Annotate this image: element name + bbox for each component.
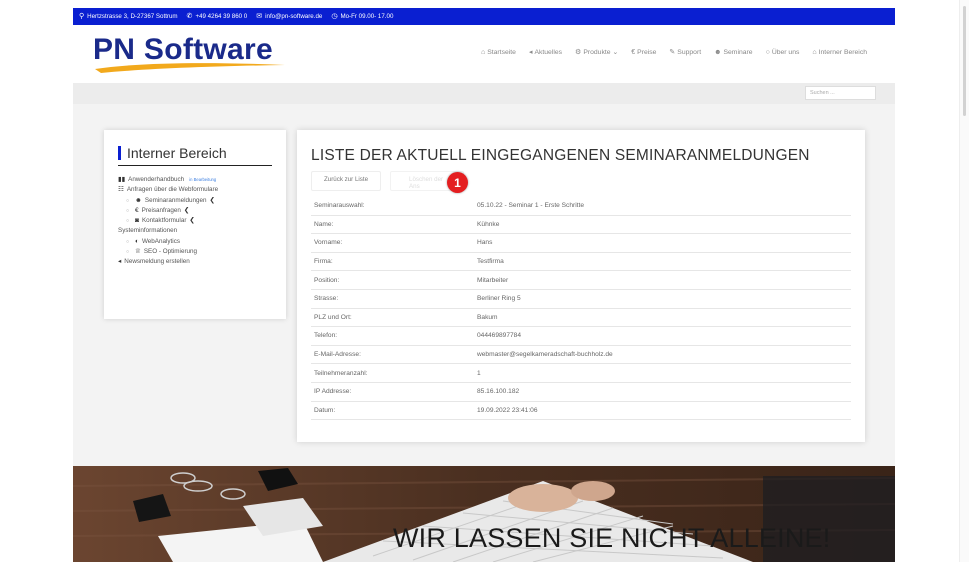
scrollbar-thumb[interactable]: [963, 6, 966, 116]
nav-prices[interactable]: € Preise: [631, 48, 656, 56]
search-strip: Suchen ...: [73, 83, 895, 104]
opening-hours: ◷ Mo-Fr 09.00- 17.00: [331, 13, 394, 20]
nav-products[interactable]: ⚙ Produkte ⌄: [575, 48, 619, 57]
email-info[interactable]: ✉ info@pn-software.de: [256, 13, 322, 20]
sidebar-item-price[interactable]: ○ € Preisanfragen ❮: [118, 206, 272, 216]
euro-icon: €: [631, 48, 636, 56]
detail-row: Vorname: Hans: [311, 234, 851, 253]
sidebar-item-news[interactable]: ◂ Newsmeldung erstellen: [118, 257, 272, 267]
action-buttons: Zurück zur Liste Löschen der Ans: [311, 171, 851, 191]
site-header: PN Software ⌂ Startseite ◂ Aktuelles ⚙ Prod…: [73, 25, 895, 83]
detail-row: E-Mail-Adresse: webmaster@segelkameradsch…: [311, 346, 851, 365]
title-accent-bar: [118, 146, 121, 160]
wrench-icon: ✎: [669, 49, 676, 56]
nav-internal[interactable]: ⌂ Interner Bereich: [812, 48, 867, 56]
detail-row: Position: Mitarbeiter: [311, 271, 851, 290]
map-pin-icon: ⚲: [79, 13, 85, 20]
sidebar-item-seminar[interactable]: ○ ☻ Seminaranmeldungen ❮: [118, 196, 272, 206]
sidebar: Interner Bereich ▮▮ Anwenderhandbuch in Be…: [104, 130, 286, 319]
euro-icon: €: [135, 206, 139, 214]
chevron-left-icon: ❮: [183, 206, 190, 214]
phone-info[interactable]: ✆ +49 4264 39 860 0: [187, 13, 248, 20]
address-info: ⚲ Hertzstrasse 3, D-27367 Sottrum: [79, 13, 178, 20]
nav-home[interactable]: ⌂ Startseite: [481, 48, 516, 56]
main-navigation: ⌂ Startseite ◂ Aktuelles ⚙ Produkte ⌄ € Preis…: [481, 48, 867, 57]
sidebar-item-webanalytics[interactable]: ○ ◐ WebAnalytics: [118, 237, 272, 247]
chevron-left-icon: ❮: [189, 217, 195, 225]
detail-row: Strasse: Berliner Ring 5: [311, 290, 851, 309]
logo-swoosh: [95, 63, 285, 73]
annotation-marker: 1: [447, 172, 468, 193]
nav-seminars[interactable]: ☻ Seminare: [714, 48, 752, 56]
home-icon: ⌂: [812, 48, 817, 56]
megaphone-icon: ◂: [118, 258, 122, 266]
contact-info-bar: ⚲ Hertzstrasse 3, D-27367 Sottrum ✆ +49 42…: [73, 8, 895, 25]
megaphone-icon: ◂: [528, 49, 533, 56]
detail-row: PLZ und Ort: Bakum: [311, 309, 851, 328]
detail-row: Telefon: 044469897784: [311, 327, 851, 346]
inbox-icon: ◙: [135, 217, 139, 225]
sidebar-item-contact[interactable]: ○ ◙ Kontaktformular ❮: [118, 216, 272, 226]
nav-about[interactable]: ○ Über uns: [766, 48, 800, 56]
back-to-list-button[interactable]: Zurück zur Liste: [311, 171, 382, 191]
page-scrollbar[interactable]: [959, 0, 969, 562]
home-icon: ⌂: [480, 48, 486, 56]
detail-row: Firma: Testfirma: [311, 253, 851, 272]
sidebar-item-sysinfo: Systeminformationen: [118, 227, 178, 235]
envelope-icon: ✉: [256, 13, 263, 20]
chevron-down-icon: ⌄: [612, 49, 619, 56]
detail-row: Teilnehmeranzahl: 1: [311, 364, 851, 383]
sidebar-item-seo[interactable]: ○ ♕ SEO - Optimierung: [118, 247, 272, 257]
book-icon: ▮▮: [118, 176, 126, 183]
gear-icon: ⚙: [575, 49, 582, 56]
nav-support[interactable]: ✎ Support: [669, 48, 701, 57]
detail-row: Seminarauswahl: 05.10.22 - Seminar 1 - Er…: [311, 197, 851, 216]
phone-icon: ✆: [186, 13, 193, 20]
detail-row: IP Addresse: 85.16.100.182: [311, 383, 851, 402]
nav-news[interactable]: ◂ Aktuelles: [528, 48, 562, 57]
sidebar-item-handbook[interactable]: ▮▮ Anwenderhandbuch in Bearbeitung: [118, 175, 272, 185]
detail-row: Datum: 19.09.2022 23:41:06: [311, 402, 851, 421]
site-logo[interactable]: PN Software: [93, 33, 285, 73]
registration-details: Seminarauswahl: 05.10.22 - Seminar 1 - Er…: [311, 197, 851, 421]
chevron-left-icon: ❮: [209, 196, 215, 204]
search-input[interactable]: Suchen ...: [805, 86, 876, 100]
half-circle-icon: ◐: [135, 237, 139, 245]
page-title: LISTE DER AKTUELL EINGEGANGENEN SEMINARA…: [311, 147, 810, 164]
hero-headline: WIR LASSEN SIE NICHT ALLEINE!: [393, 523, 831, 553]
ribbon-icon: ♕: [135, 248, 141, 256]
group-icon: ☻: [135, 196, 142, 204]
hero-banner: WIR LASSEN SIE NICHT ALLEINE!: [73, 466, 895, 562]
clock-icon: ◷: [331, 13, 338, 20]
circle-icon: ○: [765, 48, 770, 56]
form-icon: ☷: [118, 186, 124, 194]
sidebar-menu: ▮▮ Anwenderhandbuch in Bearbeitung ☷ Anfrag…: [118, 175, 272, 268]
sidebar-item-requests: ☷ Anfragen über die Webformulare: [118, 185, 272, 195]
group-icon: ☻: [714, 48, 722, 56]
detail-row: Name: Kühnke: [311, 216, 851, 235]
sidebar-title: Interner Bereich: [118, 145, 272, 166]
status-badge: in Bearbeitung: [189, 177, 217, 182]
